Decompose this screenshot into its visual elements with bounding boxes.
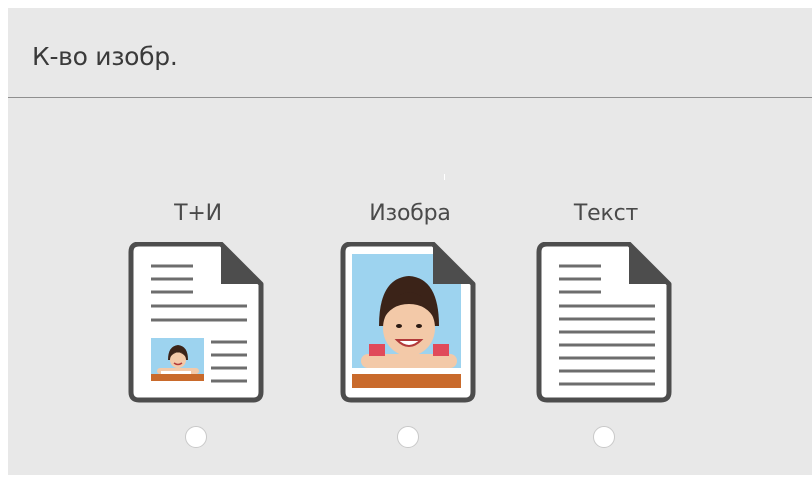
option-text-image[interactable]: Т+И — [118, 200, 278, 460]
option-image[interactable]: Изобра — [330, 200, 490, 460]
radio-text[interactable] — [593, 426, 615, 448]
photo-thumbnail — [151, 338, 204, 381]
image-document-icon[interactable] — [339, 242, 479, 404]
option-text[interactable]: Текст — [526, 200, 686, 460]
text-and-image-document-icon[interactable] — [127, 242, 267, 404]
page-title: К-во изобр. — [32, 42, 178, 71]
option-label-image: Изобра — [369, 201, 451, 226]
image-document-graphic — [340, 242, 476, 403]
panel-header: К-во изобр. — [8, 8, 812, 98]
settings-panel: К-во изобр. Т+И Изобра Текст — [8, 8, 812, 475]
radio-text-image[interactable] — [185, 426, 207, 448]
text-and-image-document-graphic — [128, 242, 264, 403]
option-label-text: Текст — [573, 201, 639, 226]
tiny-mark — [444, 174, 445, 180]
text-document-icon[interactable] — [535, 242, 675, 404]
option-label-text-image: Т+И — [174, 201, 222, 226]
radio-image[interactable] — [397, 426, 419, 448]
text-document-graphic — [536, 242, 672, 403]
